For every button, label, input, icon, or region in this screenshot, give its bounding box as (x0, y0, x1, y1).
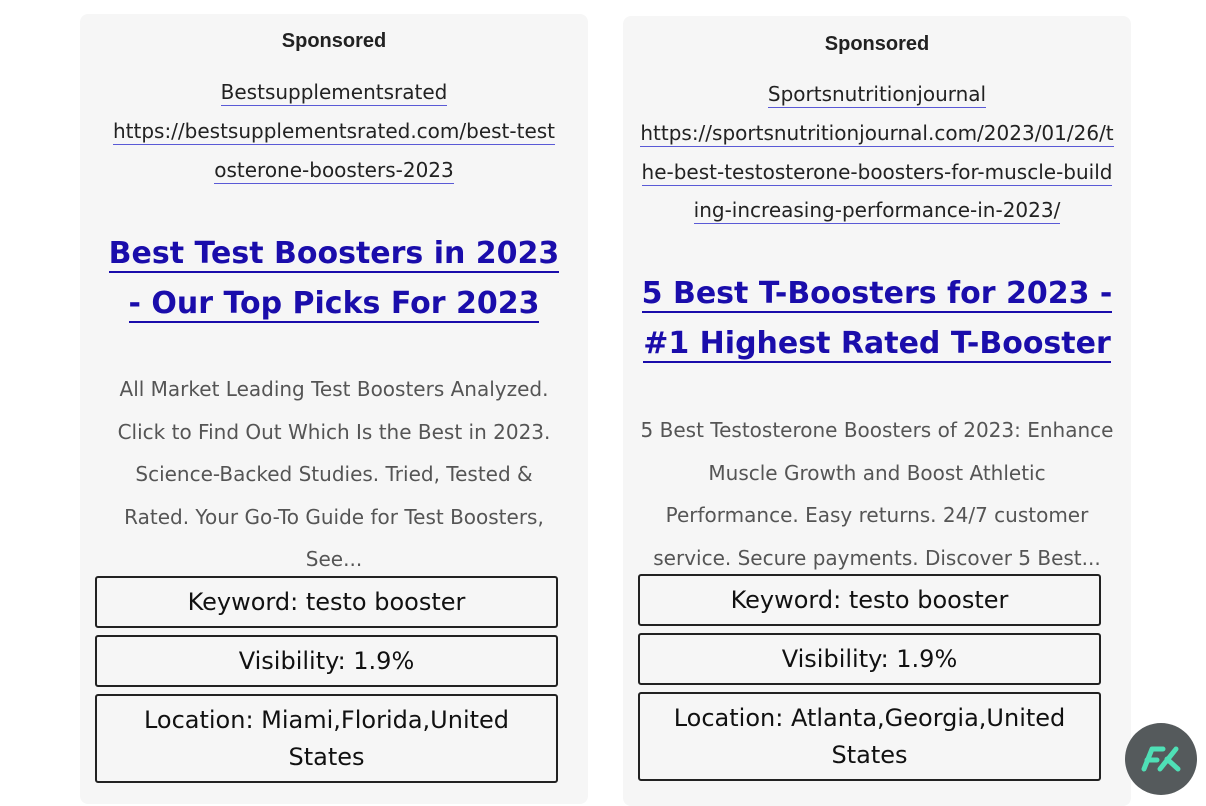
ad-domain-link[interactable]: Sportsnutritionjournal (623, 75, 1131, 113)
ad-headline-link[interactable]: Best Test Boosters in 2023 - Our Top Pic… (104, 229, 564, 329)
fk-logo-icon (1141, 746, 1181, 772)
visibility-box: Visibility: 1.9% (95, 635, 558, 687)
location-box: Location: Miami,Florida,United States (95, 694, 558, 783)
keyword-box: Keyword: testo booster (95, 576, 558, 628)
ad-description: All Market Leading Test Boosters Analyze… (117, 377, 551, 571)
ad-headline-link[interactable]: 5 Best T-Boosters for 2023 - #1 Highest … (637, 269, 1117, 369)
ad-card: Sponsored Sportsnutritionjournal https:/… (623, 16, 1131, 806)
keyword-box: Keyword: testo booster (638, 574, 1101, 626)
visibility-box: Visibility: 1.9% (638, 633, 1101, 685)
sponsored-label: Sponsored (281, 30, 387, 52)
ad-url-link[interactable]: https://bestsupplementsrated.com/best-te… (110, 112, 558, 189)
ad-url-link[interactable]: https://sportsnutritionjournal.com/2023/… (639, 114, 1115, 230)
location-box: Location: Atlanta,Georgia,United States (638, 692, 1101, 781)
ad-description: 5 Best Testosterone Boosters of 2023: En… (640, 418, 1114, 570)
sponsored-label: Sponsored (824, 33, 930, 55)
ad-domain-link[interactable]: Bestsupplementsrated (80, 73, 588, 111)
fk-logo-badge[interactable] (1125, 723, 1197, 795)
